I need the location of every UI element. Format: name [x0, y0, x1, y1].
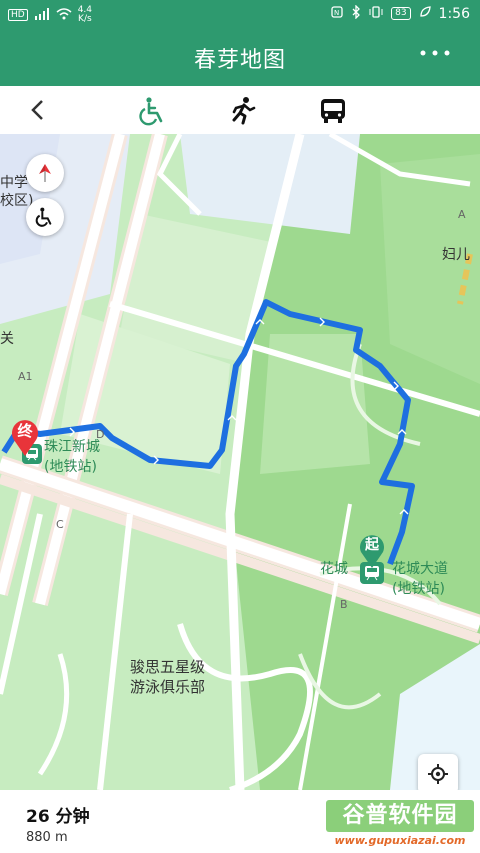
- status-bar: HD 4.4 K/s N 83 1:56: [0, 0, 480, 28]
- clock: 1:56: [438, 5, 470, 22]
- map-label-zhujiang-name[interactable]: 珠江新城: [44, 436, 100, 456]
- walk-mode-icon[interactable]: [228, 96, 258, 126]
- bus-mode-icon[interactable]: [318, 96, 348, 126]
- route-distance: 880 m: [26, 830, 68, 845]
- app-title: 春芽地图: [193, 48, 286, 73]
- map-label-a1: A1: [18, 370, 33, 383]
- bluetooth-icon: [351, 4, 361, 22]
- start-marker[interactable]: 起: [356, 530, 388, 570]
- vibrate-icon: [369, 6, 383, 21]
- compass-icon: [39, 164, 51, 182]
- locate-icon: [428, 764, 448, 784]
- wheelchair-icon: [35, 207, 52, 227]
- route-duration: 26 分钟: [26, 807, 90, 827]
- compass-button[interactable]: [26, 154, 64, 192]
- svg-text:N: N: [334, 9, 339, 17]
- map-label-huacheng-left[interactable]: 花城: [320, 558, 348, 578]
- map-label-c: C: [56, 518, 64, 531]
- map-label-a: A: [458, 208, 466, 221]
- map-label-zhujiang-station[interactable]: (地铁站): [44, 456, 97, 476]
- status-right: N 83 1:56: [331, 4, 470, 22]
- map-label-club-line2[interactable]: 游泳俱乐部: [130, 676, 205, 697]
- watermark-url: www.gupuxiazai.com: [334, 834, 466, 847]
- nfc-icon: N: [331, 6, 343, 21]
- map-label-guan: 关: [0, 331, 14, 347]
- watermark-logo: 谷普软件园: [326, 800, 474, 832]
- locate-button[interactable]: [418, 754, 458, 790]
- map-view[interactable]: 中学 校区) 关 A1 D A 妇儿 C B 珠江新城 (地铁站) 花城 花城大…: [0, 134, 480, 790]
- leaf-icon: [419, 6, 431, 21]
- travel-mode-bar: [0, 86, 480, 135]
- signal-icon: [34, 7, 50, 23]
- start-marker-text: 起: [365, 537, 379, 553]
- wheelchair-mode-icon[interactable]: [138, 96, 168, 126]
- end-marker[interactable]: 终: [8, 416, 42, 458]
- map-label-huacheng-station[interactable]: (地铁站): [392, 578, 445, 598]
- accessibility-button[interactable]: [26, 198, 64, 236]
- title-bar: 春芽地图: [0, 28, 480, 86]
- back-icon[interactable]: [24, 96, 52, 124]
- map-label-huacheng-name[interactable]: 花城大道: [392, 558, 448, 578]
- status-left: HD 4.4 K/s: [8, 6, 92, 24]
- wifi-icon: [56, 7, 72, 23]
- net-speed: 4.4 K/s: [77, 5, 93, 24]
- watermark: 谷普软件园 www.gupuxiazai.com: [326, 800, 474, 850]
- battery-icon: 83: [391, 7, 411, 20]
- map-label-school-top: 中学: [0, 175, 28, 191]
- end-marker-text: 终: [17, 422, 33, 440]
- map-label-fuer: 妇儿: [442, 247, 470, 263]
- hd-badge: HD: [8, 9, 28, 21]
- more-menu-icon[interactable]: [418, 38, 452, 75]
- map-label-club-line1[interactable]: 骏思五星级: [130, 656, 205, 677]
- map-label-b: B: [340, 598, 348, 611]
